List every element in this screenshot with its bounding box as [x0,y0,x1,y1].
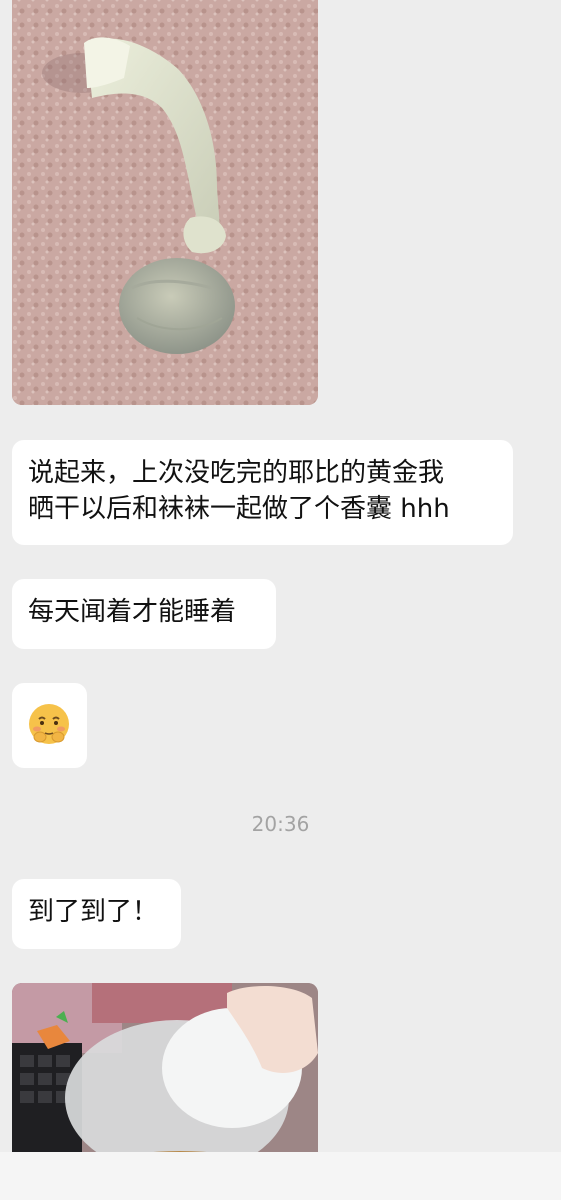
message-bubble-sachet-story[interactable]: 说起来，上次没吃完的耶比的黄金我 晒干以后和袜袜一起做了个香囊 hhh [12,440,513,545]
message-bubble-arrived[interactable]: 到了到了！ [12,879,181,949]
image-message-sock-sachet[interactable] [12,0,318,405]
message-bubble-emoji[interactable] [12,683,87,768]
sock-sachet-photo [12,0,318,405]
message-text: 到了到了！ [28,897,159,927]
chat-window: 说起来，上次没吃完的耶比的黄金我 晒干以后和袜袜一起做了个香囊 hhh 每天闻着… [0,0,561,1200]
container-photo [12,983,318,1165]
message-bubble-sleep[interactable]: 每天闻着才能睡着 [12,579,276,649]
image-message-container[interactable] [12,983,318,1165]
message-text: 每天闻着才能睡着 [28,597,237,627]
message-text-line-1: 说起来，上次没吃完的耶比的黄金我 [28,458,445,488]
message-timestamp: 20:36 [251,812,310,836]
message-text-line-2: 晒干以后和袜袜一起做了个香囊 hhh [28,494,450,524]
pleading-face-emoji-icon [29,704,69,744]
bottom-bar [0,1152,561,1200]
